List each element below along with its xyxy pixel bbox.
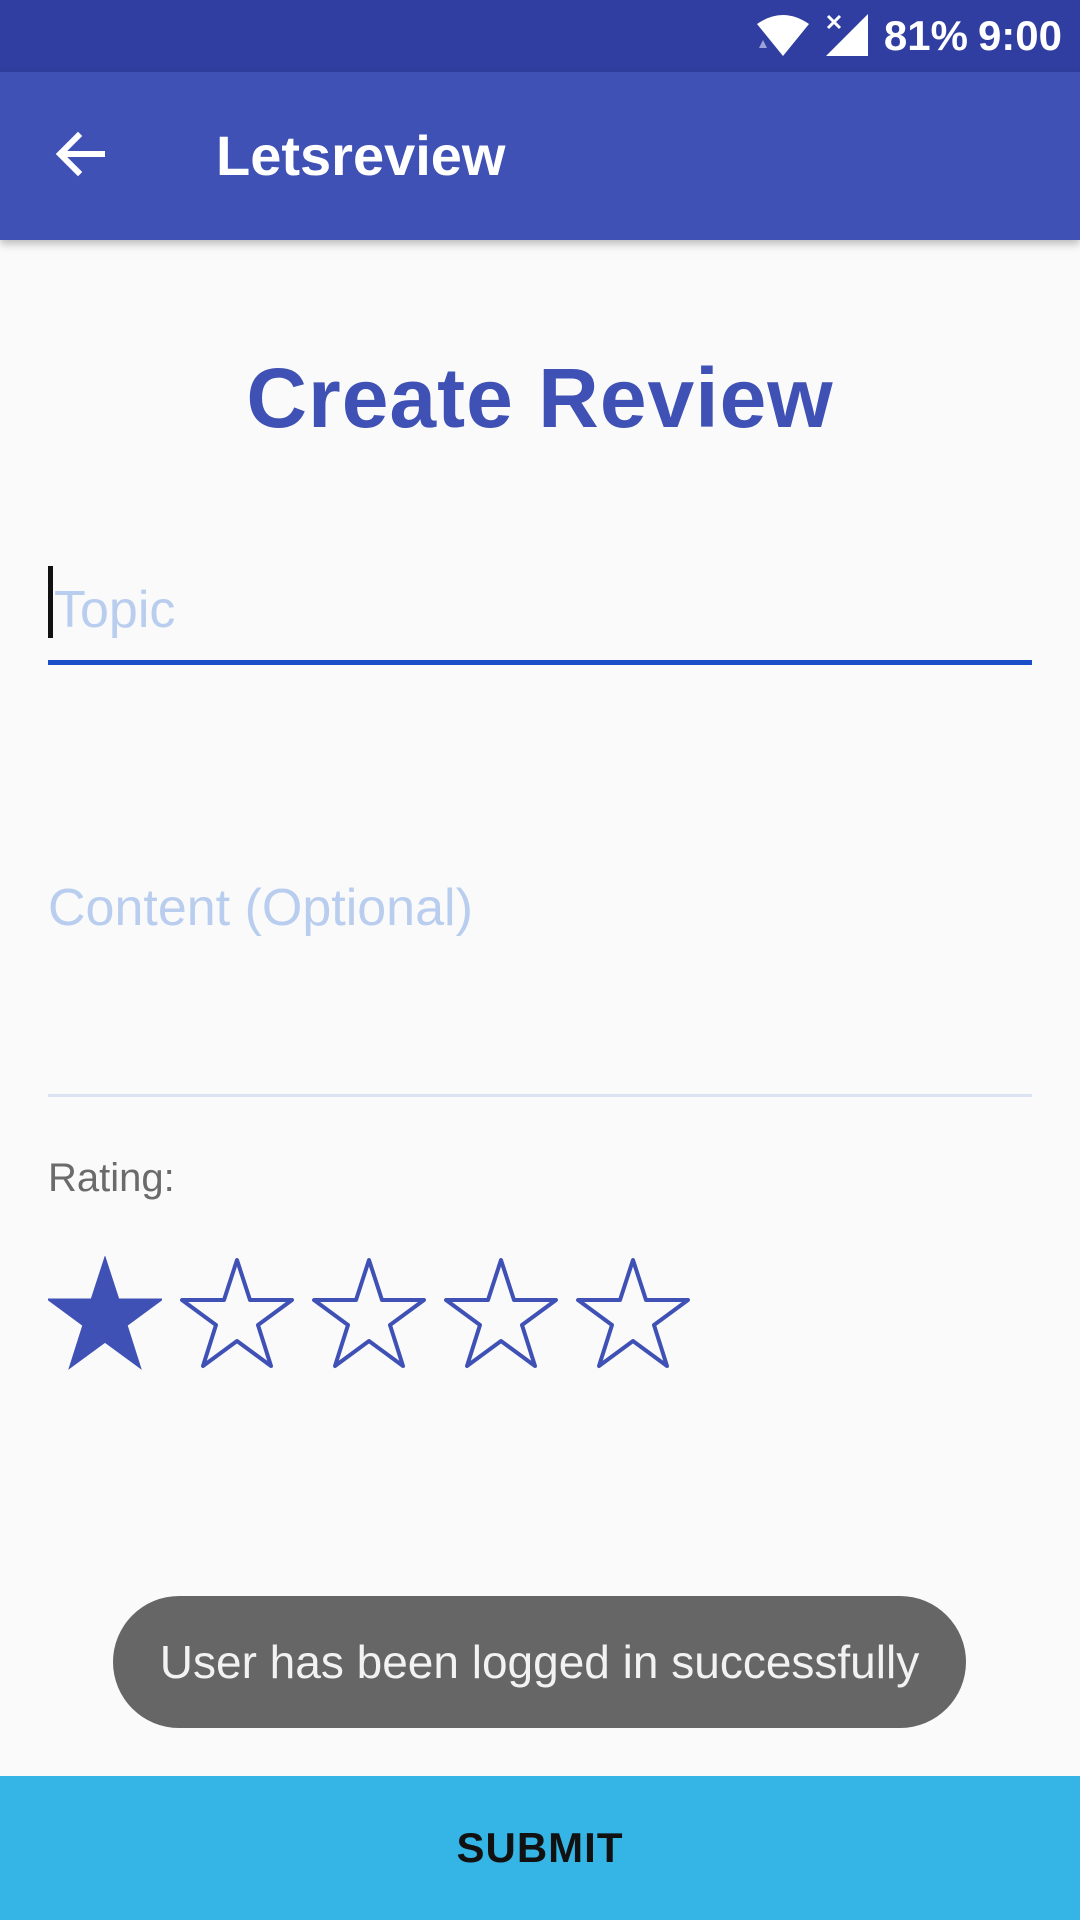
clock: 9:00 — [977, 12, 1062, 59]
submit-button[interactable]: SUBMIT — [0, 1776, 1080, 1920]
status-bar: 81% 9:00 — [0, 0, 1080, 72]
wifi-icon — [755, 14, 811, 58]
app-bar: Letsreview — [0, 72, 1080, 240]
topic-field — [48, 560, 1032, 670]
signal-icon — [824, 12, 870, 58]
arrow-left-icon — [52, 126, 108, 187]
star-filled-icon[interactable] — [45, 1255, 165, 1370]
content-input[interactable] — [48, 870, 1032, 1090]
back-button[interactable] — [40, 116, 120, 196]
content-underline — [48, 1094, 1032, 1097]
star-outline-icon[interactable] — [444, 1256, 558, 1370]
submit-label: SUBMIT — [456, 1824, 624, 1871]
text-cursor — [48, 566, 53, 638]
status-text: 81% 9:00 — [884, 12, 1062, 60]
topic-underline — [48, 660, 1032, 665]
content-field — [48, 870, 1032, 1100]
star-outline-icon[interactable] — [312, 1256, 426, 1370]
star-outline-icon[interactable] — [576, 1256, 690, 1370]
page-title: Create Review — [246, 351, 834, 445]
toast-message: User has been logged in successfully — [159, 1636, 920, 1688]
rating-label: Rating: — [48, 1156, 175, 1200]
app-title: Letsreview — [216, 124, 506, 187]
screen: 81% 9:00 Letsreview Create Review Rating… — [0, 0, 1080, 1920]
topic-input[interactable] — [48, 560, 1032, 660]
toast: User has been logged in successfully — [113, 1596, 966, 1728]
rating-bar[interactable] — [45, 1255, 690, 1372]
star-outline-icon[interactable] — [180, 1256, 294, 1370]
battery-percent: 81% — [883, 12, 968, 59]
